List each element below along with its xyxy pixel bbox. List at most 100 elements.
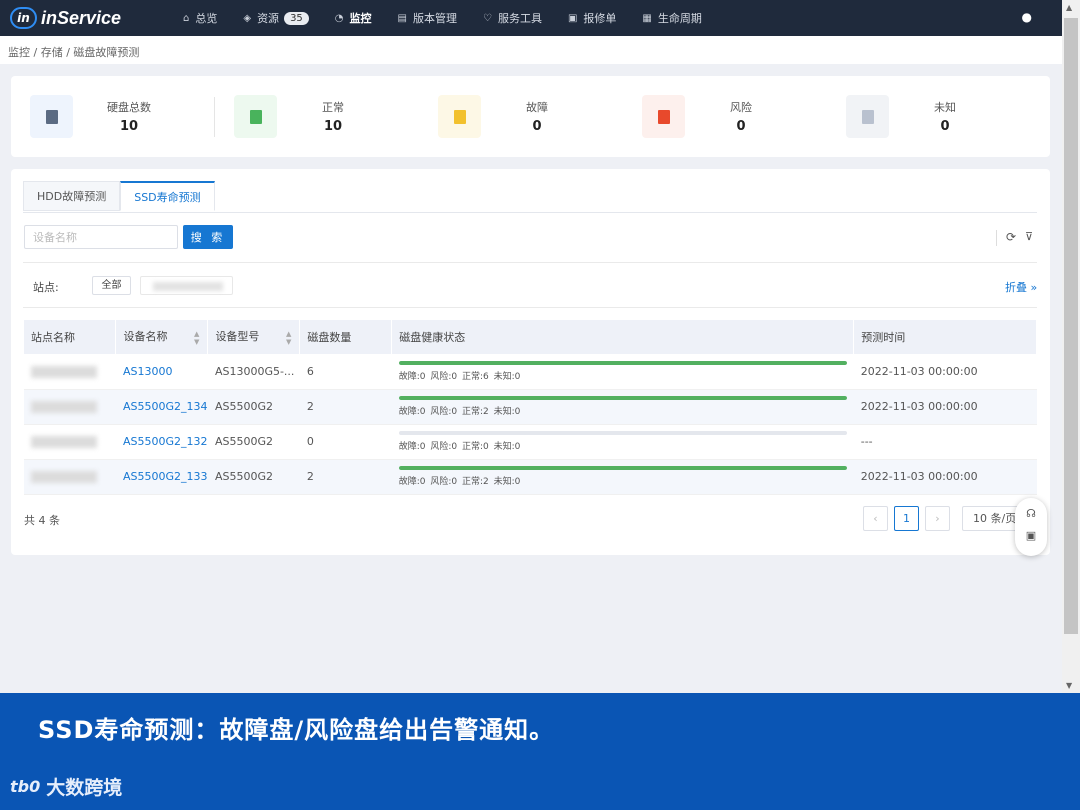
stat-value: 10	[119, 119, 139, 134]
health-status-text: 故障:0 风险:0 正常:6 未知:0	[398, 371, 521, 382]
tab-ssd-life-prediction[interactable]: SSD寿命预测	[120, 181, 215, 211]
nav-item-lifecycle[interactable]: ▦ 生命周期	[629, 0, 714, 36]
save-icon[interactable]: ▣	[1015, 529, 1047, 542]
stat-total: 硬盘总数 10	[11, 87, 215, 147]
home-icon: ⌂	[183, 12, 190, 24]
prediction-time-cell: ---	[853, 424, 1037, 460]
site-filter-all-chip[interactable]: 全部	[92, 276, 131, 295]
filter-clear-icon[interactable]: ⊽	[1025, 230, 1033, 243]
scroll-up-icon[interactable]: ▲	[1066, 3, 1072, 12]
scroll-thumb[interactable]	[1064, 18, 1078, 634]
stat-value: 0	[532, 119, 542, 134]
total-count: 共 4 条	[24, 514, 60, 527]
brand-logo-icon: tb0	[10, 777, 41, 796]
health-status-text: 故障:0 风险:0 正常:2 未知:0	[398, 477, 521, 487]
table-row: AS5500G2_132 AS5500G2 0 故障:0 风险:0 正常:0 未…	[24, 424, 1037, 460]
health-bar	[398, 396, 847, 400]
stat-value: 0	[940, 119, 950, 134]
main-nav: ⌂ 总览 ◈ 资源 35 ◔ 监控 ▤ 版本管理 ♡ 服务工具 ▣ 报修单 ▦ …	[170, 0, 715, 36]
breadcrumb[interactable]: 监控 / 存储 / 磁盘故障预测	[0, 36, 1062, 64]
page-number-button[interactable]: 1	[894, 506, 919, 531]
device-model-cell: AS5500G2	[207, 389, 300, 425]
nav-item-label: 版本管理	[412, 12, 457, 25]
disk-stats-card: 硬盘总数 10 正常 10 故障 0 风险 0 未知 0	[11, 76, 1050, 157]
user-icon[interactable]: ●	[1022, 10, 1032, 24]
nav-item-repair-order[interactable]: ▣ 报修单	[555, 0, 629, 36]
nav-item-label: 服务工具	[497, 12, 542, 25]
health-bar-fill	[398, 360, 847, 365]
search-button[interactable]: 搜 索	[183, 225, 233, 249]
disk-unknown-icon	[846, 95, 889, 138]
disk-total-icon	[30, 95, 73, 138]
disk-normal-icon	[234, 95, 277, 138]
floating-toolbox: ☊ ▣	[1015, 498, 1047, 556]
nav-item-version[interactable]: ▤ 版本管理	[385, 0, 470, 36]
site-name-cell	[24, 459, 116, 495]
nav-item-label: 监控	[349, 12, 372, 25]
stat-normal: 正常 10	[215, 87, 419, 147]
resource-count-badge: 35	[284, 11, 309, 25]
table-row: AS13000 AS13000G5-... 6 故障:0 风险:0 正常:6 未…	[24, 354, 1037, 390]
redacted-site-name	[31, 436, 97, 448]
ssd-prediction-table: 站点名称 设备名称 ▲ ▼ 设备型号 ▲ ▼ 磁盘数量 磁盘健康状态 预测时间 AS13…	[24, 320, 1037, 495]
column-header-device-name[interactable]: 设备名称 ▲ ▼	[115, 320, 209, 354]
disk-count-cell: 6	[299, 354, 392, 390]
tab-hdd-fault-prediction[interactable]: HDD故障预测	[23, 181, 121, 211]
nav-item-label: 资源	[257, 12, 280, 25]
disk-health-cell: 故障:0 风险:0 正常:2 未知:0	[391, 459, 854, 495]
column-header-device-model[interactable]: 设备型号 ▲ ▼	[207, 320, 301, 354]
version-icon: ▤	[397, 12, 407, 24]
disk-count-cell: 2	[299, 459, 392, 495]
site-filter-chip-redacted[interactable]	[140, 276, 233, 295]
device-name-link[interactable]: AS5500G2_132	[123, 435, 208, 448]
brand-watermark: tb0 大数跨境	[10, 773, 122, 800]
caption-banner: SSD寿命预测：故障盘/风险盘给出告警通知。 tb0 大数跨境	[0, 693, 1080, 810]
prediction-panel: HDD故障预测 SSD寿命预测 搜 索 ⟳ ⊽ 站点: 全部 折叠 » 站点名称…	[11, 169, 1050, 555]
page-scrollbar[interactable]: ▲ ▼	[1062, 0, 1080, 693]
logo-mark: in	[10, 7, 37, 29]
nav-item-overview[interactable]: ⌂ 总览	[170, 0, 230, 36]
health-bar	[398, 466, 847, 470]
disk-health-cell: 故障:0 风险:0 正常:2 未知:0	[391, 389, 854, 425]
caption-text: SSD寿命预测：故障盘/风险盘给出告警通知。	[38, 716, 555, 744]
nav-item-service-tools[interactable]: ♡ 服务工具	[470, 0, 555, 36]
disk-health-cell: 故障:0 风险:0 正常:0 未知:0	[391, 424, 854, 460]
sort-icon[interactable]: ▲ ▼	[286, 330, 291, 346]
stat-fault: 故障 0	[419, 87, 623, 147]
stat-label: 正常	[322, 101, 344, 114]
collapse-filter-link[interactable]: 折叠 »	[1005, 279, 1037, 295]
next-page-button[interactable]: ›	[925, 506, 950, 531]
nav-item-monitor[interactable]: ◔ 监控	[322, 0, 385, 36]
stat-value: 10	[323, 119, 343, 134]
monitor-icon: ◔	[334, 12, 344, 24]
redacted-site-name	[31, 401, 97, 413]
column-header-disk-health: 磁盘健康状态	[391, 320, 855, 354]
heart-icon: ♡	[482, 12, 492, 24]
device-name-search-input[interactable]	[24, 225, 178, 249]
device-name-link[interactable]: AS5500G2_133	[123, 470, 208, 483]
column-header-label: 设备名称	[123, 330, 168, 343]
health-bar	[398, 431, 847, 435]
stat-unknown: 未知 0	[827, 87, 1031, 147]
redacted-site-name	[31, 365, 97, 378]
nav-item-resources[interactable]: ◈ 资源 35	[230, 0, 321, 36]
prev-page-button[interactable]: ‹	[863, 506, 888, 531]
resource-icon: ◈	[243, 12, 252, 24]
app-logo[interactable]: in inService	[10, 7, 170, 29]
column-header-label: 设备型号	[215, 330, 260, 343]
divider	[23, 307, 1037, 308]
sort-icon[interactable]: ▲ ▼	[194, 330, 199, 346]
device-name-link[interactable]: AS13000	[123, 365, 173, 378]
prediction-time-cell: 2022-11-03 00:00:00	[853, 354, 1037, 390]
scroll-down-icon[interactable]: ▼	[1066, 681, 1072, 690]
stat-label: 硬盘总数	[107, 101, 151, 114]
health-bar-fill	[398, 396, 847, 400]
health-status-text: 故障:0 风险:0 正常:0 未知:0	[398, 442, 521, 452]
headset-support-icon[interactable]: ☊	[1015, 507, 1047, 520]
nav-item-label: 报修单	[583, 12, 617, 25]
top-navbar: in inService ⌂ 总览 ◈ 资源 35 ◔ 监控 ▤ 版本管理 ♡ …	[0, 0, 1062, 36]
disk-risk-icon	[642, 95, 685, 138]
health-bar	[398, 360, 847, 365]
refresh-icon[interactable]: ⟳	[1006, 230, 1016, 244]
device-name-link[interactable]: AS5500G2_134	[123, 400, 208, 413]
